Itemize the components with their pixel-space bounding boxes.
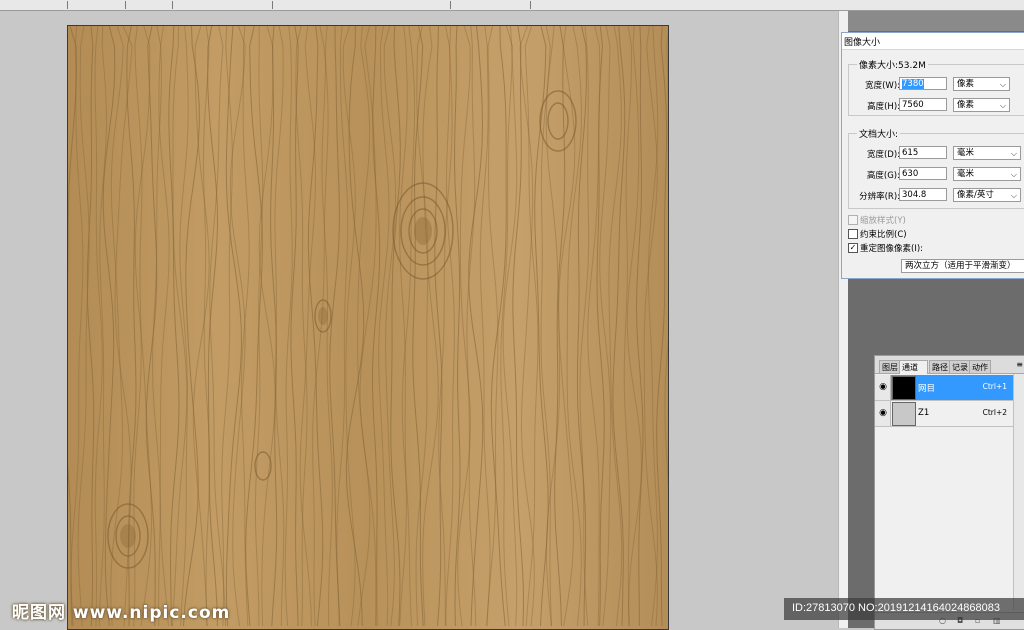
tab-layers[interactable]: 图层 — [879, 360, 901, 373]
doc-width-input[interactable]: 615 — [899, 146, 947, 159]
channel-row[interactable]: ◉ Z1 Ctrl+2 — [875, 401, 1013, 427]
pixel-height-unit-select[interactable]: 像素 ⌵ — [953, 98, 1010, 112]
channel-shortcut: Ctrl+1 — [982, 382, 1007, 391]
channel-shortcut: Ctrl+2 — [982, 408, 1007, 417]
tab-channels[interactable]: 通道 × — [899, 360, 928, 385]
resolution-input[interactable]: 304.8 — [899, 188, 947, 201]
channel-name: 网目 — [918, 384, 936, 394]
dialog-titlebar[interactable]: 图像大小 — [842, 33, 1024, 50]
resolution-label: 分辨率(R): — [859, 192, 900, 202]
checkbox-box — [848, 214, 858, 225]
chevron-down-icon: ⌵ — [1010, 170, 1017, 179]
channel-row[interactable]: ◉ 网目 Ctrl+1 — [875, 375, 1013, 401]
pixel-width-label: 宽度(W): — [865, 81, 900, 91]
resample-image-checkbox[interactable]: ✓ 重定图像像素(I): — [848, 242, 923, 254]
channels-panel: 图层 通道 × 路径 记录 动作 ≡ ◉ 网目 Ctrl+1 ◉ Z1 Ctrl… — [874, 355, 1024, 630]
chevron-down-icon: ⌵ — [999, 80, 1006, 89]
options-bar — [0, 0, 1024, 11]
toolbar-separator — [67, 1, 68, 9]
pixel-width-unit-select[interactable]: 像素 ⌵ — [953, 77, 1010, 91]
eye-icon: ◉ — [879, 382, 887, 392]
visibility-cell[interactable]: ◉ — [875, 401, 891, 426]
toolbar-separator — [125, 1, 126, 9]
toolbar-separator — [172, 1, 173, 9]
tab-actions[interactable]: 动作 — [969, 360, 991, 373]
channel-thumbnail — [892, 376, 916, 400]
doc-height-label: 高度(G): — [866, 171, 900, 181]
pixel-height-label: 高度(H): — [867, 102, 900, 112]
chevron-down-icon: ⌵ — [999, 101, 1006, 110]
resample-method-select[interactable]: 两次立方（适用于平滑渐变） — [901, 259, 1024, 273]
panel-scrollbar[interactable] — [1013, 374, 1024, 610]
document-size-label: 文档大小: — [857, 127, 901, 140]
doc-width-unit-select[interactable]: 毫米 ⌵ — [953, 146, 1021, 160]
resolution-unit-select[interactable]: 像素/英寸 ⌵ — [953, 188, 1021, 202]
tab-history[interactable]: 记录 — [949, 360, 971, 373]
panel-tab-bar: 图层 通道 × 路径 记录 动作 ≡ — [875, 356, 1024, 385]
checkmark-icon: ✓ — [848, 242, 858, 253]
visibility-cell[interactable]: ◉ — [875, 375, 891, 400]
panel-dock-strip — [848, 11, 1024, 31]
doc-height-input[interactable]: 630 — [899, 167, 947, 180]
channel-name: Z1 — [918, 408, 930, 418]
image-id-text: ID:27813070 NO:20191214164024868083 — [792, 602, 1000, 614]
tab-paths[interactable]: 路径 — [929, 360, 951, 373]
channel-thumbnail — [892, 402, 916, 426]
site-watermark: 昵图网 www.nipic.com — [12, 603, 231, 623]
checkbox-box — [848, 228, 858, 239]
chevron-down-icon: ⌵ — [1010, 149, 1017, 158]
constrain-proportions-checkbox[interactable]: 约束比例(C) — [848, 228, 907, 240]
doc-height-unit-select[interactable]: 毫米 ⌵ — [953, 167, 1021, 181]
toolbar-separator — [272, 1, 273, 9]
dialog-title: 图像大小 — [844, 38, 881, 48]
pixel-height-input[interactable]: 7560 — [899, 98, 947, 111]
toolbar-separator — [530, 1, 531, 9]
pixel-width-input[interactable]: 7380 — [899, 77, 947, 90]
document-image[interactable] — [67, 25, 669, 630]
doc-width-label: 宽度(D): — [866, 150, 900, 160]
toolbar-separator — [450, 1, 451, 9]
wood-texture — [68, 26, 668, 629]
panel-menu-icon[interactable]: ≡ — [1016, 360, 1023, 369]
scale-styles-checkbox[interactable]: 缩放样式(Y) — [848, 214, 906, 226]
image-id-strip: ID:27813070 NO:20191214164024868083 — [784, 598, 1024, 620]
image-size-dialog: 图像大小 像素大小:53.2M 宽度(W): 7380 像素 ⌵ 高度(H): 7… — [841, 32, 1024, 279]
pixel-dimensions-label: 像素大小:53.2M — [857, 58, 928, 71]
eye-icon: ◉ — [879, 408, 887, 418]
chevron-down-icon: ⌵ — [1010, 191, 1017, 200]
